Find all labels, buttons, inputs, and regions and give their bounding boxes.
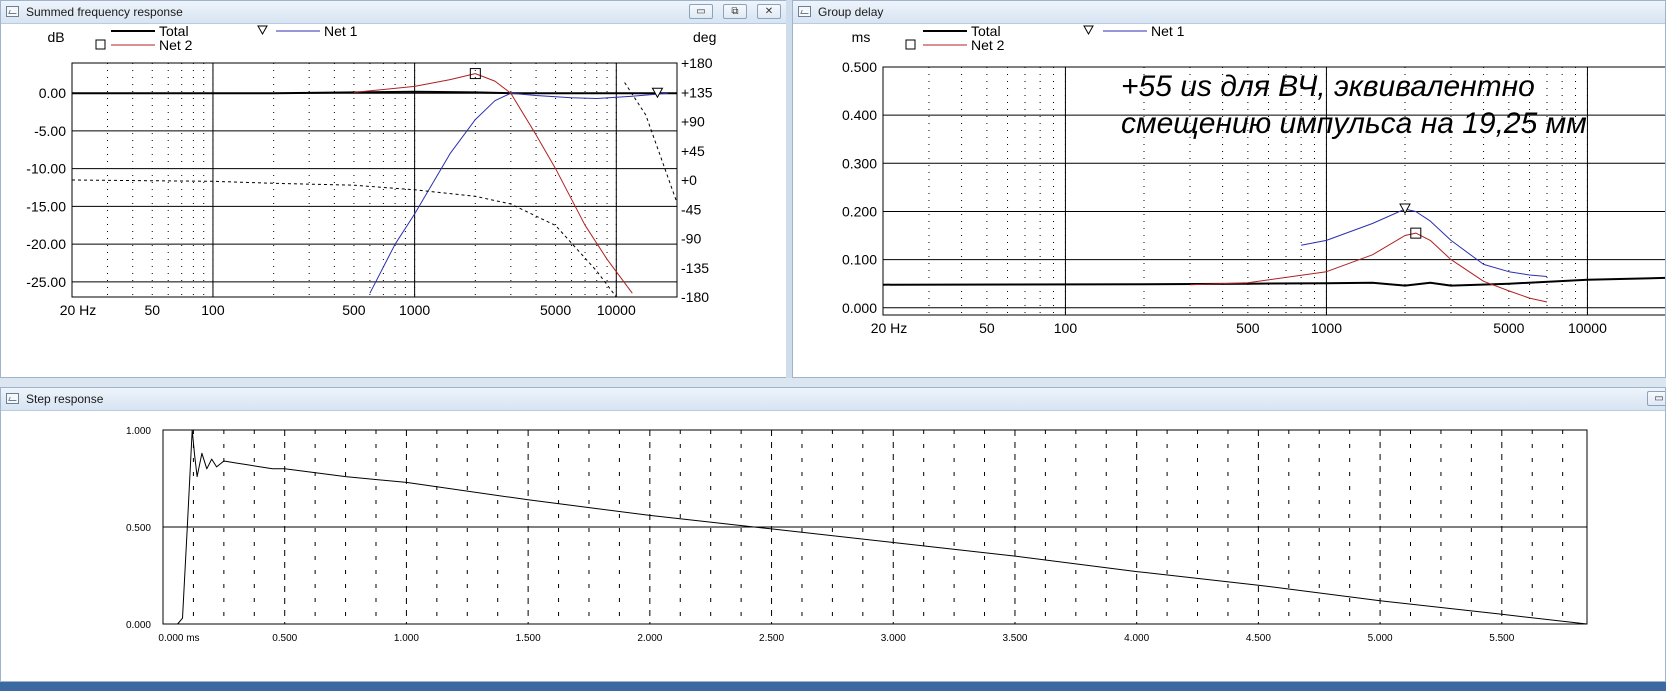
step-response-window: Step response ▭ 0.000 ms 0.500 1.000 1.500 2… bbox=[0, 387, 1666, 682]
x-tick-label: 20 Hz bbox=[871, 320, 908, 336]
x-tick-label: 2.000 bbox=[637, 633, 662, 644]
x-tick-label: 100 bbox=[201, 302, 225, 318]
y-tick-label: 0.400 bbox=[842, 107, 877, 123]
y-tick-label: -20.00 bbox=[26, 236, 66, 252]
x-tick-label: 4.500 bbox=[1246, 633, 1271, 644]
x-tick-label: 5.000 bbox=[1368, 633, 1393, 644]
restore-button[interactable]: ⧉ bbox=[723, 4, 747, 19]
freq-response-titlebar[interactable]: Summed frequency response ▭ ⧉ ✕ bbox=[1, 1, 786, 24]
window-title: Group delay bbox=[818, 5, 884, 19]
y2-tick-label: -180 bbox=[681, 289, 709, 305]
freq-response-chart: 20 Hz 50 100 500 1000 5000 10000 0.00 -5.00 -10.0… bbox=[26, 24, 716, 318]
x-tick-label: 500 bbox=[1236, 320, 1260, 336]
phase-series-line bbox=[71, 179, 617, 298]
y-tick-label: -10.00 bbox=[26, 161, 66, 177]
x-tick-label: 5.500 bbox=[1489, 633, 1514, 644]
x-tick-label: 2.500 bbox=[759, 633, 784, 644]
legend-triangle-marker bbox=[1083, 25, 1094, 36]
chart-window-icon bbox=[798, 6, 811, 17]
chart-window-icon bbox=[6, 6, 19, 17]
series-line-total bbox=[72, 90, 677, 95]
x-tick-label: 1.000 bbox=[394, 633, 419, 644]
legend-triangle-marker bbox=[257, 25, 268, 36]
x-tick-label: 10000 bbox=[1568, 320, 1607, 336]
legend-square-marker bbox=[905, 39, 916, 50]
chart-window-icon bbox=[6, 393, 19, 404]
legend-square-marker bbox=[95, 39, 106, 50]
x-tick-label: 20 Hz bbox=[60, 302, 97, 318]
step-response-titlebar[interactable]: Step response ▭ bbox=[1, 388, 1665, 411]
y-tick-label: 0.000 bbox=[126, 620, 151, 631]
x-tick-label: 4.000 bbox=[1124, 633, 1149, 644]
x-tick-label: 500 bbox=[342, 302, 366, 318]
plot-frame bbox=[882, 66, 1665, 316]
freq-response-window: Summed frequency response ▭ ⧉ ✕ 20 Hz 50 1… bbox=[0, 0, 787, 378]
y2-tick-label: +180 bbox=[681, 55, 713, 71]
y2-tick-label: +90 bbox=[681, 114, 705, 130]
y2-tick-label: +0 bbox=[681, 172, 697, 188]
y-tick-label: 0.00 bbox=[39, 85, 66, 101]
x-tick-label: 5000 bbox=[1493, 320, 1524, 336]
x-tick-label: 50 bbox=[979, 320, 995, 336]
y2-tick-label: +45 bbox=[681, 143, 705, 159]
minimize-button[interactable]: ▭ bbox=[1647, 391, 1665, 406]
window-title: Summed frequency response bbox=[26, 5, 183, 19]
x-tick-label: 1.500 bbox=[516, 633, 541, 644]
group-delay-window: Group delay 20 Hz 50 100 500 1000 5000 10000 0.… bbox=[792, 0, 1666, 378]
y-tick-label: -5.00 bbox=[34, 123, 66, 139]
y-tick-label: 0.000 bbox=[842, 300, 877, 316]
y2-axis-unit: deg bbox=[693, 29, 716, 45]
x-tick-label: 50 bbox=[144, 302, 160, 318]
x-tick-label: 1000 bbox=[1311, 320, 1342, 336]
series-line-net-2 bbox=[353, 73, 633, 294]
annotation-text: +55 us для ВЧ, эквивалентно bbox=[1121, 70, 1535, 103]
x-tick-label: 0.500 bbox=[272, 633, 297, 644]
x-tick-label: 100 bbox=[1054, 320, 1078, 336]
x-tick-label: 10000 bbox=[597, 302, 636, 318]
legend-label: Net 1 bbox=[324, 24, 358, 39]
y-tick-label: 0.300 bbox=[842, 155, 877, 171]
y2-tick-label: -45 bbox=[681, 201, 701, 217]
x-tick-label: 0.000 ms bbox=[158, 633, 199, 644]
y-tick-label: 0.500 bbox=[126, 523, 151, 534]
legend-label: Net 2 bbox=[971, 37, 1005, 53]
group-delay-titlebar[interactable]: Group delay bbox=[793, 1, 1665, 24]
x-tick-label: 5000 bbox=[540, 302, 571, 318]
series-line-net-1 bbox=[1301, 208, 1548, 277]
window-title: Step response bbox=[26, 392, 104, 406]
legend-label: Net 1 bbox=[1151, 24, 1185, 39]
annotation-text: смещению импульса на 19,25 мм bbox=[1121, 107, 1587, 140]
y-tick-label: -15.00 bbox=[26, 198, 66, 214]
y-tick-label: 0.500 bbox=[842, 59, 877, 75]
y-tick-label: -25.00 bbox=[26, 274, 66, 290]
phase-series-line bbox=[624, 82, 678, 203]
taskbar-strip bbox=[0, 682, 1666, 691]
y-tick-label: 1.000 bbox=[126, 426, 151, 437]
y2-tick-label: +135 bbox=[681, 84, 713, 100]
minimize-button[interactable]: ▭ bbox=[689, 4, 713, 19]
y2-tick-label: -135 bbox=[681, 260, 709, 276]
y-axis-unit: dB bbox=[47, 29, 64, 45]
step-response-chart: 0.000 ms 0.500 1.000 1.500 2.000 2.500 3.000 3.… bbox=[126, 426, 1588, 644]
y-tick-label: 0.100 bbox=[842, 252, 877, 268]
x-tick-label: 1000 bbox=[399, 302, 430, 318]
close-button[interactable]: ✕ bbox=[757, 4, 781, 19]
y-tick-label: 0.200 bbox=[842, 203, 877, 219]
group-delay-chart: 20 Hz 50 100 500 1000 5000 10000 0.500 0.400 0.30… bbox=[842, 24, 1665, 336]
y2-tick-label: -90 bbox=[681, 231, 701, 247]
y-axis-unit: ms bbox=[852, 29, 871, 45]
legend-label: Net 2 bbox=[159, 37, 193, 53]
x-tick-label: 3.500 bbox=[1002, 633, 1027, 644]
x-tick-label: 3.000 bbox=[881, 633, 906, 644]
